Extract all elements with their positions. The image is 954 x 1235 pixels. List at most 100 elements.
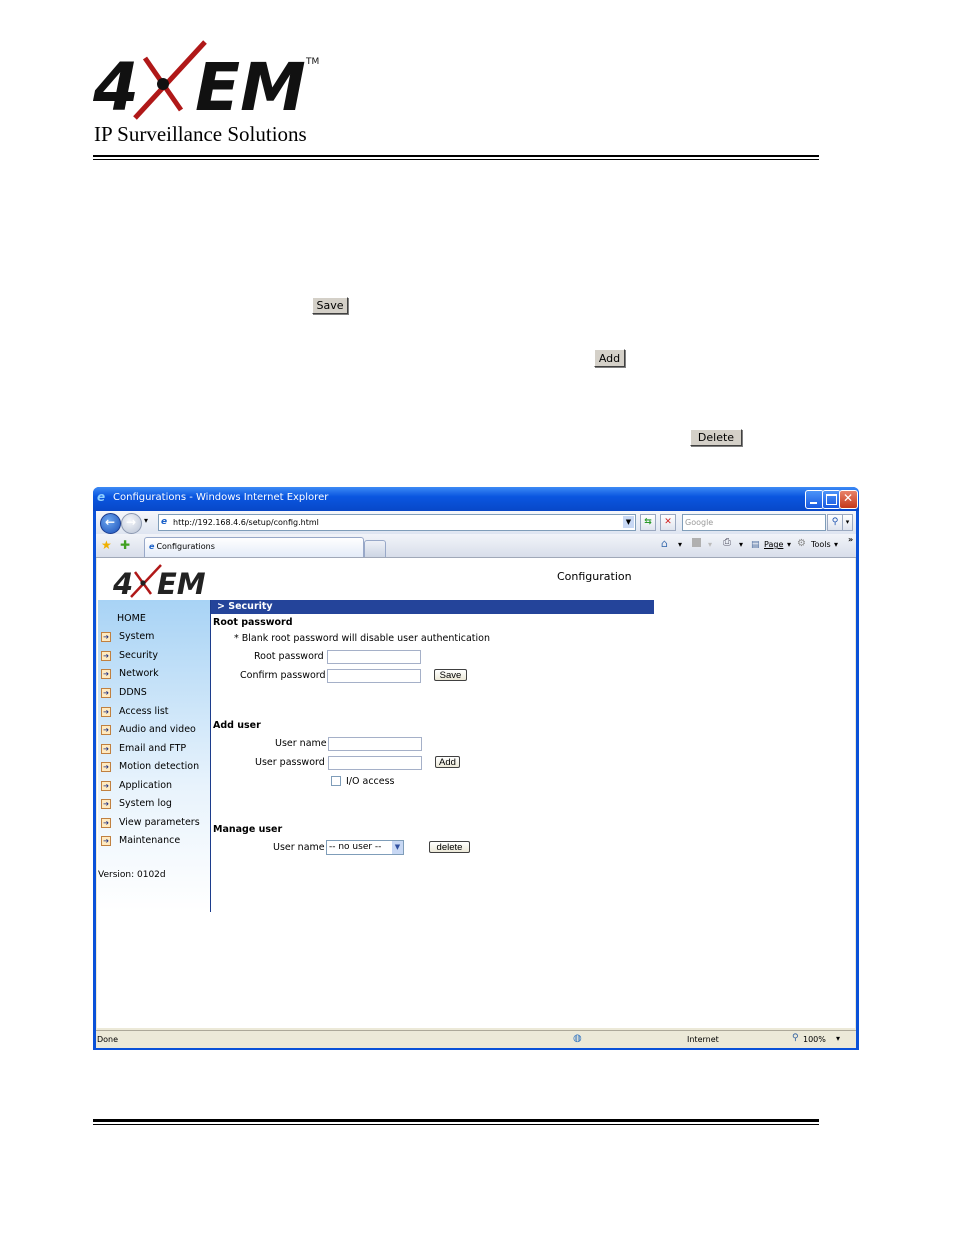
manage-user-name-label: User name bbox=[273, 842, 325, 853]
header-rule bbox=[93, 155, 819, 157]
sidebar-item-security[interactable]: ➔ Security bbox=[101, 650, 158, 661]
search-input[interactable]: Google bbox=[682, 514, 826, 531]
browser-body: ← → ▾ e http://192.168.4.6/setup/config.h… bbox=[96, 511, 856, 1048]
close-button[interactable]: ✕ bbox=[839, 490, 858, 509]
arrow-icon: ➔ bbox=[101, 724, 111, 735]
sidebar-item-label: System log bbox=[119, 798, 172, 809]
sidebar-item-access-list[interactable]: ➔ Access list bbox=[101, 706, 169, 717]
arrow-icon: ➔ bbox=[101, 743, 111, 754]
add-favorites-icon[interactable]: ✚ bbox=[120, 538, 130, 552]
new-tab-button[interactable] bbox=[364, 540, 386, 557]
svg-text:EM: EM bbox=[157, 567, 206, 598]
feeds-icon[interactable] bbox=[692, 538, 701, 547]
svg-text:4: 4 bbox=[93, 49, 139, 120]
sidebar-item-label: Network bbox=[119, 668, 159, 679]
page-logo: 4 EM bbox=[112, 564, 213, 602]
header-rule-thin bbox=[93, 159, 819, 160]
sidebar-item-label: Motion detection bbox=[119, 761, 200, 772]
sidebar-item-ddns[interactable]: ➔ DDNS bbox=[101, 687, 147, 698]
page-menu[interactable]: Page bbox=[764, 540, 783, 549]
sidebar-item-system[interactable]: ➔ System bbox=[101, 631, 154, 642]
favorites-star-icon[interactable]: ★ bbox=[101, 538, 112, 552]
tab-label: Configurations bbox=[156, 542, 215, 551]
sidebar-item-label: View parameters bbox=[119, 817, 200, 828]
arrow-icon: ➔ bbox=[101, 761, 111, 772]
zoom-level[interactable]: 100% bbox=[803, 1035, 826, 1044]
user-select[interactable]: -- no user -- ▼ bbox=[326, 840, 404, 855]
address-bar[interactable]: e http://192.168.4.6/setup/config.html ▼ bbox=[158, 514, 636, 531]
search-button[interactable]: ⚲ bbox=[827, 514, 843, 531]
arrow-icon: ➔ bbox=[101, 650, 111, 661]
tools-dropdown-icon[interactable]: ▾ bbox=[834, 540, 838, 549]
sidebar-item-home[interactable]: HOME bbox=[117, 613, 146, 624]
tab-bar: ★ ✚ e Configurations ⌂ ▾ ▾ ⎙ ▾ ▤ Page ▾ ⚙… bbox=[96, 534, 856, 558]
sidebar-item-application[interactable]: ➔ Application bbox=[101, 780, 172, 791]
user-password-input[interactable] bbox=[328, 756, 422, 770]
page-icon: ▤ bbox=[751, 540, 760, 550]
sidebar-item-maintenance[interactable]: ➔ Maintenance bbox=[101, 835, 180, 846]
sidebar-item-label: Audio and video bbox=[119, 724, 196, 735]
user-name-label: User name bbox=[275, 738, 327, 749]
sidebar-item-view-parameters[interactable]: ➔ View parameters bbox=[101, 817, 200, 828]
add-button[interactable]: Add bbox=[594, 349, 625, 367]
delete-button[interactable]: Delete bbox=[690, 429, 742, 446]
search-placeholder: Google bbox=[685, 518, 714, 527]
delete-user-button[interactable]: delete bbox=[429, 841, 470, 853]
sidebar-item-system-log[interactable]: ➔ System log bbox=[101, 798, 172, 809]
stop-button[interactable]: ✕ bbox=[660, 514, 676, 531]
home-dropdown-icon[interactable]: ▾ bbox=[678, 540, 682, 549]
tab-configurations[interactable]: e Configurations bbox=[144, 537, 364, 557]
forward-button[interactable]: → bbox=[121, 513, 142, 534]
history-dropdown-icon[interactable]: ▾ bbox=[144, 516, 148, 525]
search-options-button[interactable]: ▾ bbox=[842, 514, 853, 531]
tagline: IP Surveillance Solutions bbox=[94, 122, 307, 146]
chevron-down-icon[interactable]: ▼ bbox=[392, 841, 403, 854]
io-access-checkbox[interactable] bbox=[331, 776, 341, 786]
search-icon: ⚲ bbox=[831, 517, 839, 527]
tools-menu[interactable]: Tools bbox=[811, 540, 831, 549]
arrow-icon: ➔ bbox=[101, 668, 111, 679]
security-zone: Internet bbox=[687, 1035, 719, 1044]
feeds-dropdown-icon[interactable]: ▾ bbox=[708, 540, 712, 549]
address-text: http://192.168.4.6/setup/config.html bbox=[173, 518, 319, 527]
confirm-password-input[interactable] bbox=[327, 669, 421, 683]
sidebar-item-network[interactable]: ➔ Network bbox=[101, 668, 159, 679]
arrow-icon: ➔ bbox=[101, 817, 111, 828]
print-dropdown-icon[interactable]: ▾ bbox=[739, 540, 743, 549]
back-button[interactable]: ← bbox=[100, 513, 121, 534]
manage-user-heading: Manage user bbox=[213, 824, 283, 835]
arrow-icon: ➔ bbox=[101, 835, 111, 846]
save-button[interactable]: Save bbox=[312, 297, 348, 314]
stop-icon: ✕ bbox=[664, 517, 672, 527]
save-password-button[interactable]: Save bbox=[434, 669, 467, 681]
page-ie-icon: e bbox=[161, 517, 168, 527]
sidebar-item-label: Access list bbox=[119, 706, 169, 717]
page-dropdown-icon[interactable]: ▾ bbox=[787, 540, 791, 549]
root-password-heading: Root password bbox=[213, 617, 293, 628]
zoom-dropdown-icon[interactable]: ▾ bbox=[836, 1034, 840, 1043]
maximize-icon bbox=[826, 494, 837, 505]
user-name-input[interactable] bbox=[328, 737, 422, 751]
status-text: Done bbox=[97, 1035, 119, 1044]
sidebar-item-audio-video[interactable]: ➔ Audio and video bbox=[101, 724, 196, 735]
sidebar-item-motion-detection[interactable]: ➔ Motion detection bbox=[101, 761, 199, 772]
section-title: > Security bbox=[217, 601, 273, 612]
sidebar-divider bbox=[210, 600, 211, 912]
close-icon: ✕ bbox=[843, 491, 854, 505]
root-password-input[interactable] bbox=[327, 650, 421, 664]
footer-rule-thin bbox=[93, 1124, 819, 1125]
blank-password-note: * Blank root password will disable user … bbox=[234, 633, 490, 644]
tools-gear-icon: ⚙ bbox=[797, 538, 806, 549]
refresh-icon: ⇆ bbox=[644, 517, 652, 527]
add-user-button[interactable]: Add bbox=[435, 756, 460, 768]
user-password-label: User password bbox=[255, 757, 325, 768]
sidebar bbox=[98, 600, 210, 912]
address-dropdown-icon[interactable]: ▼ bbox=[623, 516, 634, 528]
print-icon[interactable]: ⎙ bbox=[723, 537, 731, 548]
sidebar-item-email-ftp[interactable]: ➔ Email and FTP bbox=[101, 743, 186, 754]
arrow-icon: ➔ bbox=[101, 631, 111, 642]
sidebar-item-label: DDNS bbox=[119, 687, 147, 698]
refresh-button[interactable]: ⇆ bbox=[640, 514, 656, 531]
more-commands-icon[interactable]: » bbox=[848, 535, 853, 544]
home-icon[interactable]: ⌂ bbox=[661, 537, 668, 550]
